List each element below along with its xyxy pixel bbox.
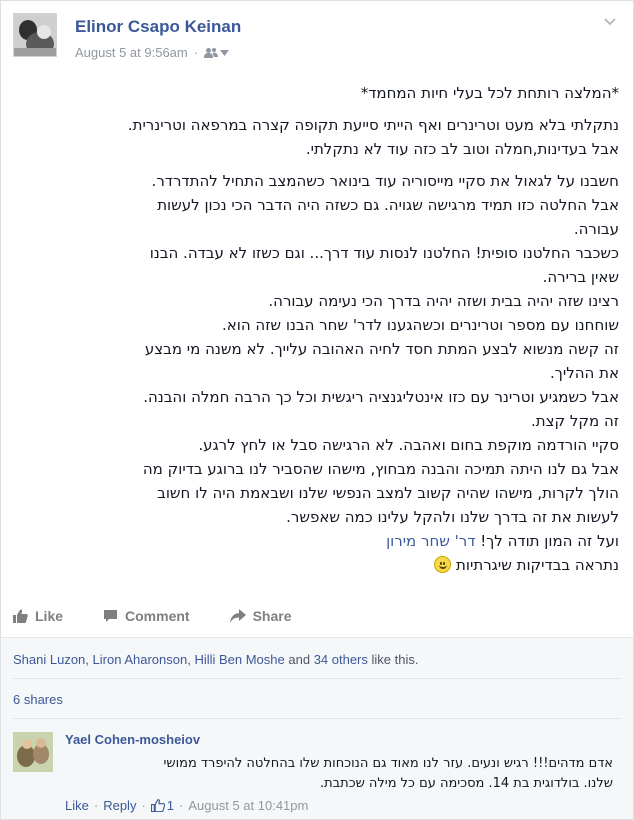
meta-separator: ·: [193, 45, 199, 60]
comment-like-number: 1: [166, 798, 175, 813]
like-button[interactable]: Like: [13, 608, 63, 624]
thumbs-up-icon: [13, 609, 28, 623]
liker-name[interactable]: Shani Luzon: [13, 652, 85, 667]
post-line: רצינו שזה יהיה בבית ושזה יהיה בדרך הכי נ…: [268, 292, 619, 310]
divider: [13, 718, 621, 719]
post-line: זה מקל קצת.: [530, 412, 619, 430]
avatar-photo-icon: [13, 732, 53, 772]
likes-separator: ,: [85, 652, 93, 667]
shares-link[interactable]: 6 shares: [13, 692, 63, 707]
feedback-panel: Shani Luzon, Liron Aharonson, Hilli Ben …: [1, 637, 633, 819]
closing-line: נתראה בבדיקות שיגרתיות: [13, 553, 619, 577]
share-button[interactable]: Share: [229, 608, 292, 624]
post-timestamp[interactable]: August 5 at 9:56am: [75, 45, 188, 60]
comment-like-count[interactable]: 1: [150, 798, 175, 813]
comment-reply-link[interactable]: Reply: [103, 798, 136, 813]
post-line: הולך לקרות, מישהו שהיה קשוב למצב הנפשי ש…: [157, 484, 619, 502]
post-line: את ההליך.: [550, 364, 619, 382]
likes-others-link[interactable]: 34 others: [314, 652, 368, 667]
post-line: שאין ברירה.: [542, 268, 619, 286]
post-line: שוחחנו עם מספר וטרינרים וכשהגענו לדר' שח…: [221, 316, 619, 334]
author-avatar[interactable]: [13, 13, 57, 57]
like-label: Like: [35, 608, 64, 624]
thanks-line: ועל זה המון תודה לך! דר' שחר מירון: [13, 529, 619, 553]
post-line: אבל גם לנו היתה תמיכה והבנה מבחוץ, מישהו…: [142, 460, 619, 478]
comment-line: אדם מדהים!!! רגיש ונעים. עזר לנו מאוד גם…: [163, 756, 613, 771]
post-line: לעשות את זה בדרך שלנו ולהקל עלינו כמה שא…: [286, 508, 619, 526]
post-line: אבל החלטה כזו תמיד מרגישה שגויה. גם כשזה…: [157, 196, 619, 214]
likes-summary: Shani Luzon, Liron Aharonson, Hilli Ben …: [13, 652, 418, 667]
post-line: חשבנו על לגאול את סקיי מייסוריה עוד בינו…: [151, 172, 619, 190]
liker-name[interactable]: Liron Aharonson: [93, 652, 188, 667]
comment-bubble-icon: [104, 610, 118, 622]
likes-suffix: like this.: [367, 652, 419, 667]
meta-separator: ·: [141, 798, 146, 813]
comment-like-link[interactable]: Like: [65, 798, 89, 813]
post-line: אבל בעדינות,חמלה וטוב לב כזה עוד לא נתקל…: [305, 140, 619, 158]
comment-line: שלנו. בולדוגית בת 14. מסכימה עם כל מילה …: [319, 776, 613, 791]
chevron-down-icon[interactable]: [603, 15, 617, 29]
post-line: *המלצה רותחת לכל בעלי חיות המחמד*: [360, 84, 619, 102]
comment-label: Comment: [125, 608, 190, 624]
post-meta: August 5 at 9:56am ·: [75, 45, 230, 60]
post-line: עבורה.: [573, 220, 619, 238]
post-actions: Like Comment Share: [13, 601, 292, 631]
likes-and: and: [284, 652, 314, 667]
comment-text: אדם מדהים!!! רגיש ונעים. עזר לנו מאוד גם…: [57, 754, 613, 794]
thumbs-up-icon: [150, 799, 165, 812]
comment-button[interactable]: Comment: [103, 608, 190, 624]
post-header: Elinor Csapo Keinan August 5 at 9:56am ·: [13, 13, 623, 69]
post-card: Elinor Csapo Keinan August 5 at 9:56am ·…: [0, 0, 634, 820]
post-body: *המלצה רותחת לכל בעלי חיות המחמד* נתקלתי…: [13, 81, 619, 577]
share-arrow-icon: [229, 609, 246, 623]
post-line: כשכבר החלטנו סופית! החלטנו לנסות עוד דרך…: [149, 244, 619, 262]
comment-timestamp[interactable]: August 5 at 10:41pm: [188, 798, 308, 813]
audience-caret-icon: [220, 49, 230, 56]
post-line: נתקלתי בלא מעט וטרינרים ואף הייתי סייעת …: [127, 116, 619, 134]
comment-meta: Like · Reply · 1 · August 5 at 10:41pm: [65, 798, 308, 813]
divider: [13, 678, 621, 679]
post-line: אבל כשמגיע וטרינר עם כזו אינטליגנציה ריג…: [143, 388, 619, 406]
post-line: זה קשה מנשוא לבצע המתת חסד לחיה האהובה ע…: [144, 340, 619, 358]
friends-icon: [204, 47, 219, 58]
commenter-avatar[interactable]: [13, 732, 53, 772]
avatar-photo-icon: [14, 14, 56, 56]
author-name[interactable]: Elinor Csapo Keinan: [75, 17, 241, 37]
share-label: Share: [252, 608, 292, 624]
tagged-vet-link[interactable]: דר' שחר מירון: [386, 532, 475, 550]
liker-name[interactable]: Hilli Ben Moshe: [194, 652, 284, 667]
closing-text: נתראה בבדיקות שיגרתיות: [456, 556, 619, 574]
smile-emoji-icon: [434, 556, 452, 573]
meta-separator: ·: [179, 798, 184, 813]
meta-separator: ·: [93, 798, 99, 813]
audience-selector[interactable]: [204, 47, 230, 59]
commenter-name[interactable]: Yael Cohen-mosheiov: [65, 732, 200, 747]
thanks-text: ועל זה המון תודה לך!: [475, 532, 619, 550]
post-line: סקיי הורדמה מוקפת בחום ואהבה. לא הרגישה …: [198, 436, 619, 454]
